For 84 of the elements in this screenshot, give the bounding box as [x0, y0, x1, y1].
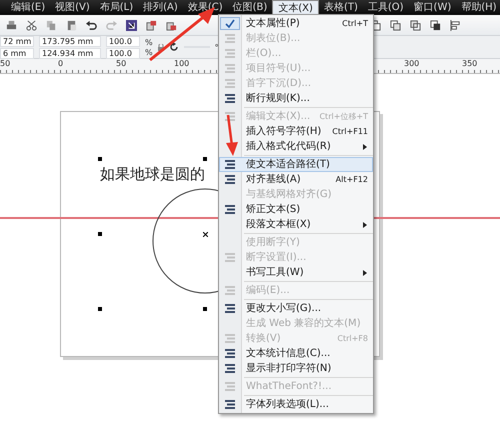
- menu-item[interactable]: 文本统计信息(C)...: [219, 346, 373, 361]
- submenu-arrow-icon: [363, 222, 367, 228]
- lines-icon: [225, 64, 235, 73]
- lines-icon: [225, 400, 235, 409]
- print-icon[interactable]: [6, 20, 17, 30]
- x-position-field[interactable]: 72 mm: [0, 36, 34, 46]
- percent-unit: %: [145, 48, 153, 56]
- lines-icon: [225, 349, 235, 358]
- submenu-arrow-icon: [363, 144, 367, 150]
- ruler-label: 350: [462, 59, 478, 68]
- selection-handle[interactable]: [98, 232, 102, 236]
- lines-icon: [225, 286, 235, 295]
- menu-item[interactable]: 更改大小写(G)...: [219, 301, 373, 316]
- lines-icon: [225, 175, 235, 184]
- scale-x-field[interactable]: 100.0: [106, 36, 140, 46]
- menu-bar-item[interactable]: 表格(T): [318, 0, 363, 15]
- lines-icon: [225, 34, 235, 43]
- menu-item[interactable]: 字体列表选项(L)...: [219, 397, 373, 412]
- menu-item[interactable]: 插入格式化代码(R): [219, 139, 373, 154]
- menu-item[interactable]: 矫正文本(S): [219, 202, 373, 217]
- copy-icon[interactable]: [46, 20, 57, 30]
- height-field[interactable]: 124.934 mm: [39, 48, 101, 58]
- submenu-arrow-icon: [363, 270, 367, 276]
- menu-item[interactable]: 插入符号字符(H) Ctrl+F11: [219, 124, 373, 139]
- menu-bar-item[interactable]: 帮助(H): [456, 0, 500, 15]
- rotate-icon: [168, 42, 179, 52]
- menu-item[interactable]: 使文本适合路径(T): [219, 157, 373, 172]
- paste-icon[interactable]: [66, 20, 77, 30]
- percent-unit: %: [145, 38, 153, 46]
- ruler-label: 0: [58, 59, 64, 68]
- shortcut-text: Ctrl+T: [341, 19, 369, 28]
- menu-bar-item[interactable]: 视图(V): [50, 0, 95, 15]
- import-icon[interactable]: [126, 20, 137, 30]
- menu-bar-item[interactable]: 位图(B): [228, 0, 272, 15]
- align-icon[interactable]: [450, 20, 461, 30]
- menu-item[interactable]: 对齐基线(A) Alt+F12: [219, 172, 373, 187]
- selection-handle[interactable]: [98, 157, 102, 161]
- export-icon[interactable]: [146, 20, 157, 30]
- ruler-label: 300: [404, 59, 420, 68]
- menu-item[interactable]: 断行规则(K)...: [219, 91, 373, 106]
- shortcut-text: Ctrl+F11: [331, 127, 369, 136]
- lines-icon: [225, 94, 235, 103]
- lines-icon: [225, 334, 235, 343]
- center-mark-icon: [203, 232, 208, 237]
- menu-bar-item[interactable]: 窗口(W): [408, 0, 456, 15]
- menu-item[interactable]: 书写工具(W): [219, 265, 373, 280]
- y-position-field[interactable]: 6 mm: [0, 48, 34, 58]
- trim-icon[interactable]: [390, 20, 401, 30]
- lines-icon: [225, 205, 235, 214]
- shortcut-text: Alt+F12: [334, 175, 369, 184]
- simplify-icon[interactable]: [430, 20, 441, 30]
- menu-bar-item[interactable]: 排列(A): [138, 0, 183, 15]
- menu-bar-item[interactable]: 工具(O): [362, 0, 409, 15]
- selection-handle[interactable]: [98, 307, 102, 311]
- lines-icon: [225, 49, 235, 58]
- lock-icon[interactable]: [158, 44, 164, 50]
- menu-item[interactable]: 段落文本框(X): [219, 217, 373, 232]
- lines-icon: [225, 112, 235, 121]
- shortcut-text: Ctrl+F8: [336, 334, 369, 343]
- lines-icon: [225, 253, 235, 262]
- menu-bar-item[interactable]: 编辑(E): [6, 0, 50, 15]
- menu-bar-item[interactable]: 布局(L): [94, 0, 138, 15]
- annotation-arrow: [226, 114, 238, 156]
- lines-icon: [225, 160, 235, 169]
- lines-icon: [225, 364, 235, 373]
- scale-y-field[interactable]: 100.0: [106, 48, 140, 58]
- lines-icon: [225, 382, 235, 391]
- selection-handle[interactable]: [203, 157, 207, 161]
- cut-icon[interactable]: [26, 20, 37, 30]
- degree-unit: °: [214, 42, 219, 52]
- intersect-icon[interactable]: [410, 20, 421, 30]
- ruler-label: 50: [0, 59, 10, 68]
- ruler-label: 50: [116, 59, 126, 68]
- lines-icon: [225, 79, 235, 88]
- lines-icon: [225, 304, 235, 313]
- ruler-label: 100: [174, 59, 190, 68]
- width-field[interactable]: 173.795 mm: [39, 36, 101, 46]
- menu-item[interactable]: 显示非打印字符(N): [219, 361, 373, 376]
- export-icon[interactable]: [166, 20, 177, 30]
- canvas-text: 如果地球是圆的: [100, 164, 205, 184]
- checkmark-icon: [225, 18, 235, 28]
- shortcut-text: Ctrl+位移+T: [318, 111, 369, 122]
- undo-icon[interactable]: [86, 20, 97, 30]
- selection-handle[interactable]: [203, 307, 207, 311]
